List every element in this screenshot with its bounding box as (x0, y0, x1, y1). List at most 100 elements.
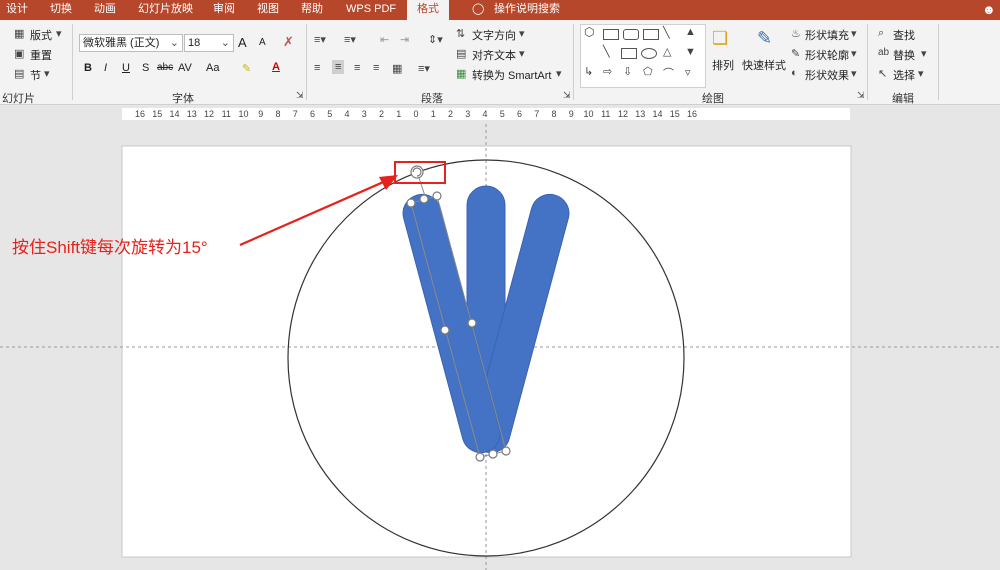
shape-effects-button[interactable]: 形状效果 (805, 67, 849, 83)
resize-handle[interactable] (406, 198, 416, 208)
dialog-launcher-icon[interactable]: ⇲ (857, 90, 865, 101)
quick-styles-icon: ✎ (757, 28, 773, 48)
oval-shape-icon[interactable] (641, 48, 657, 59)
hexagon-shape-icon[interactable]: ⬡ (584, 25, 594, 39)
increase-indent-icon[interactable]: ⇥ (400, 33, 409, 46)
font-size-select[interactable]: 18 ⌄ (184, 34, 234, 52)
chevron-down-icon: ▾ (851, 48, 857, 60)
quick-styles-button[interactable]: 快速样式 (742, 57, 786, 73)
italic-button[interactable]: I (104, 62, 107, 74)
replace-button[interactable]: 替换 (893, 47, 915, 63)
gallery-down-icon[interactable]: ▼ (685, 46, 696, 58)
gallery-more-icon[interactable]: ▿ (685, 66, 691, 79)
tell-me-search[interactable]: 操作说明搜索 (494, 0, 560, 20)
justify-icon[interactable]: ≡ (373, 62, 379, 74)
ruler-tick-label: 13 (635, 109, 646, 119)
resize-handle[interactable] (440, 325, 450, 335)
tab-transitions[interactable]: 切换 (50, 0, 72, 20)
bullets-icon[interactable]: ≡▾ (314, 33, 326, 46)
resize-handle[interactable] (419, 194, 429, 204)
strikethrough-button[interactable]: abc (157, 62, 173, 73)
shape-fill-button[interactable]: 形状填充 (805, 27, 849, 43)
select-button[interactable]: 选择 (893, 67, 915, 83)
right-arrow-shape-icon[interactable]: ⇨ (603, 65, 612, 78)
arrange-button[interactable]: 排列 (712, 57, 734, 73)
font-name-select[interactable]: 微软雅黑 (正文) ⌄ (79, 34, 183, 52)
rotate-handle[interactable] (410, 165, 424, 179)
shrink-font-button[interactable]: A (259, 37, 266, 48)
text-direction-button[interactable]: 文字方向 (472, 27, 516, 43)
tab-view[interactable]: 视图 (257, 0, 279, 20)
group-divider (938, 24, 939, 100)
ruler-tick-label: 4 (482, 109, 488, 119)
user-icon[interactable]: ☻ (982, 0, 996, 20)
tab-slideshow[interactable]: 幻灯片放映 (138, 0, 193, 20)
tab-review[interactable]: 审阅 (213, 0, 235, 20)
square-shape-icon[interactable] (621, 48, 637, 59)
menu-bar: 设计 切换 动画 幻灯片放映 审阅 视图 帮助 WPS PDF 格式 ◯ 操作说… (0, 0, 1000, 20)
rounded-rect-shape-icon[interactable] (623, 29, 639, 40)
down-arrow-shape-icon[interactable]: ⇩ (623, 65, 632, 78)
convert-smartart-button[interactable]: 转换为 SmartArt (472, 67, 551, 83)
align-right-icon[interactable]: ≡ (354, 62, 360, 74)
ruler-tick-label: 2 (378, 109, 384, 119)
dialog-launcher-icon[interactable]: ⇲ (296, 90, 304, 101)
resize-handle[interactable] (501, 446, 511, 456)
line-shape-icon[interactable]: ╲ (663, 26, 670, 39)
align-left-icon[interactable]: ≡ (314, 62, 320, 74)
chevron-down-icon: ▾ (519, 28, 525, 40)
char-spacing-button[interactable]: AV (178, 62, 192, 74)
shadow-button[interactable]: S (142, 62, 149, 74)
triangle-shape-icon[interactable]: △ (663, 45, 671, 58)
underline-button[interactable]: U (122, 62, 130, 74)
curve-shape-icon[interactable]: ⌒ (663, 65, 674, 81)
connector-icon[interactable]: ↳ (584, 65, 593, 78)
align-center-icon[interactable]: ≡ (332, 60, 345, 74)
chevron-down-icon: ▾ (851, 28, 857, 40)
line-spacing-icon[interactable]: ⇕▾ (428, 33, 443, 46)
dialog-launcher-icon[interactable]: ⇲ (563, 90, 571, 101)
highlight-icon[interactable]: ✎ (242, 62, 251, 75)
ruler-tick-label: 16 (686, 109, 697, 119)
layout-button[interactable]: 版式 (30, 27, 52, 43)
ruler-tick-label: 13 (186, 109, 197, 119)
distributed-icon[interactable]: ▦ (392, 62, 402, 75)
pentagon-shape-icon[interactable]: ⬠ (643, 65, 653, 78)
resize-handle[interactable] (488, 449, 498, 459)
ruler-tick-label: 5 (327, 109, 333, 119)
gallery-up-icon[interactable]: ▲ (685, 26, 696, 38)
ruler-tick-label: 9 (568, 109, 574, 119)
clear-format-icon[interactable]: ✗ (283, 34, 294, 50)
resize-handle[interactable] (432, 191, 442, 201)
text-box-shape-icon[interactable] (643, 29, 659, 40)
ruler-tick-label: 11 (601, 109, 611, 119)
resize-handle[interactable] (475, 452, 485, 462)
grow-font-button[interactable]: A (238, 35, 247, 50)
diagonal-line-icon[interactable]: ╲ (603, 45, 610, 58)
shape-outline-button[interactable]: 形状轮廓 (805, 47, 849, 63)
section-button[interactable]: 节 (30, 67, 41, 83)
numbering-icon[interactable]: ≡▾ (344, 33, 356, 46)
resize-handle[interactable] (467, 318, 477, 328)
find-button[interactable]: 查找 (893, 27, 915, 43)
font-color-button[interactable]: A (272, 61, 280, 73)
tab-help[interactable]: 帮助 (301, 0, 323, 20)
tab-wps-pdf[interactable]: WPS PDF (346, 0, 396, 20)
tab-animations[interactable]: 动画 (94, 0, 116, 20)
decrease-indent-icon[interactable]: ⇤ (380, 33, 389, 46)
tab-format[interactable]: 格式 (407, 0, 449, 20)
shapes-gallery[interactable]: ⬡ ╲ ╲ △ ↳ ⇨ ⇩ ⬠ ⌒ ▲ ▼ ▿ (580, 24, 706, 88)
chevron-down-icon: ▾ (921, 48, 927, 60)
align-text-button[interactable]: 对齐文本 (472, 47, 516, 63)
paragraph-group-label: 段落 (421, 93, 443, 105)
cursor-icon: ↖ (878, 68, 888, 80)
change-case-button[interactable]: Aa (206, 62, 219, 74)
chevron-down-icon: ▾ (918, 68, 924, 80)
ruler-tick-label: 10 (583, 109, 594, 119)
tab-design[interactable]: 设计 (6, 0, 28, 20)
ruler-tick-label: 6 (309, 109, 315, 119)
bold-button[interactable]: B (84, 62, 92, 74)
reset-button[interactable]: 重置 (30, 47, 52, 63)
columns-icon[interactable]: ≡▾ (418, 62, 430, 75)
rectangle-shape-icon[interactable] (603, 29, 619, 40)
